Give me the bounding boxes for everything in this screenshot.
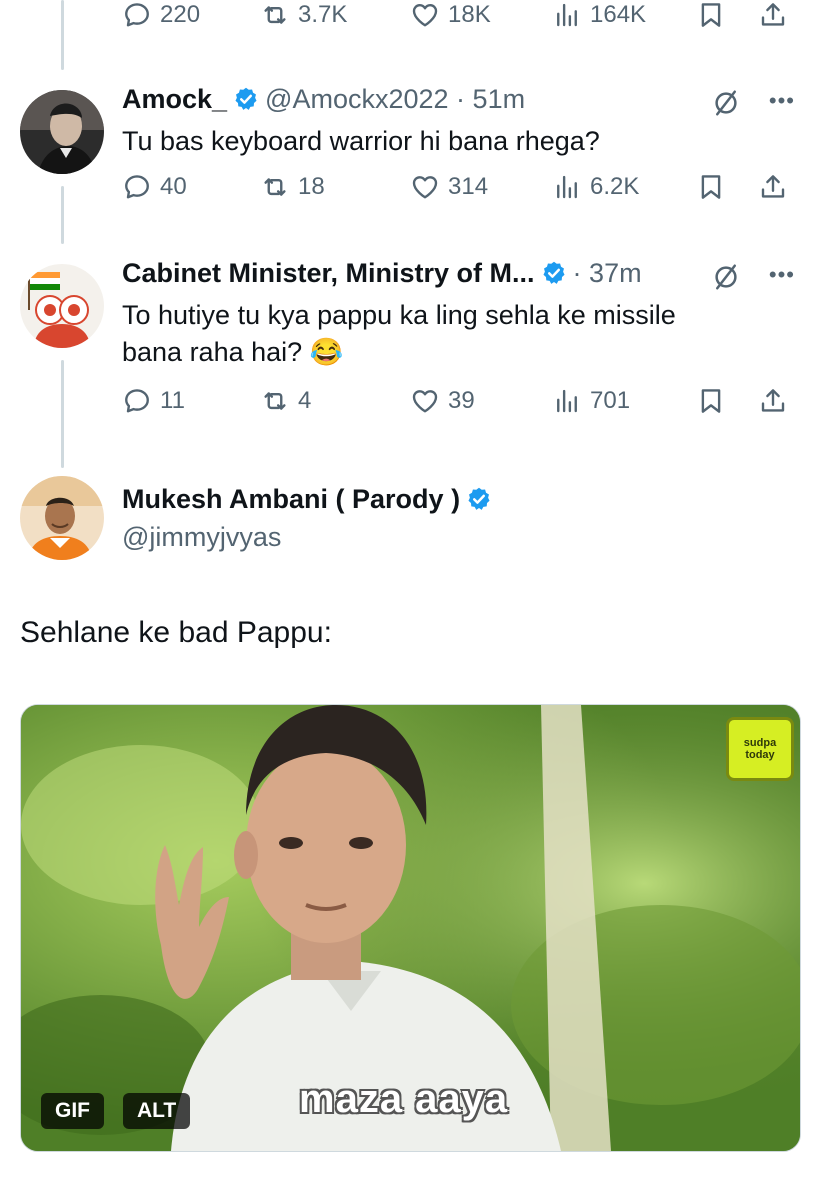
reply-button[interactable]: 40: [122, 172, 187, 202]
thread-line-2: [61, 360, 64, 468]
views-icon: [552, 172, 582, 202]
more-options-button[interactable]: •••: [769, 262, 795, 288]
avatar-cabinet-minister[interactable]: [20, 264, 104, 348]
tweet-text-line-2: bana raha hai? 😂: [122, 337, 344, 367]
repost-button[interactable]: 4: [260, 386, 311, 416]
bookmark-icon: [696, 386, 726, 416]
like-button[interactable]: 314: [410, 172, 488, 202]
reply-icon: [122, 386, 152, 416]
tweet-text-line-1: To hutiye tu kya pappu ka ling sehla ke …: [122, 300, 676, 330]
share-button[interactable]: [758, 172, 788, 202]
tweet-actions-amock: 40 18 314 6.2K: [122, 172, 802, 212]
channel-watermark: sudpa today: [726, 717, 794, 781]
reply-button[interactable]: 220: [122, 0, 200, 30]
heart-icon: [410, 172, 440, 202]
repost-icon: [260, 172, 290, 202]
tweet-actions-top: 220 3.7K 18K 164K: [122, 0, 802, 40]
author-name[interactable]: Amock_: [122, 84, 227, 114]
tweet-header-cabinet: Cabinet Minister, Ministry of M... · 37m: [122, 258, 642, 288]
bookmark-button[interactable]: [696, 172, 726, 202]
author-handle[interactable]: @Amockx2022: [265, 84, 449, 114]
bookmark-button[interactable]: [696, 386, 726, 416]
like-button[interactable]: 39: [410, 386, 475, 416]
bookmark-icon: [696, 0, 726, 30]
verified-badge-icon: [233, 86, 259, 112]
repost-button[interactable]: 18: [260, 172, 325, 202]
grok-slash-icon[interactable]: [711, 88, 741, 118]
views-button[interactable]: 701: [552, 386, 630, 416]
share-icon: [758, 0, 788, 30]
bookmark-button[interactable]: [696, 0, 726, 30]
author-name[interactable]: Mukesh Ambani ( Parody ): [122, 484, 460, 514]
tweet-media-gif[interactable]: sudpa today maza aaya GIF ALT: [20, 704, 801, 1152]
tweet-text: Tu bas keyboard warrior hi bana rhega?: [122, 126, 600, 156]
repost-icon: [260, 0, 290, 30]
reply-button[interactable]: 11: [122, 386, 185, 416]
share-icon: [758, 172, 788, 202]
gif-caption: maza aaya: [299, 1077, 509, 1121]
tweet-time[interactable]: 37m: [589, 258, 642, 288]
alt-text-button[interactable]: ALT: [123, 1093, 191, 1129]
views-button[interactable]: 164K: [552, 0, 646, 30]
avatar-mukesh-ambani-parody[interactable]: [20, 476, 104, 560]
share-button[interactable]: [758, 0, 788, 30]
tweet-header-amock: Amock_ @Amockx2022 · 51m: [122, 84, 526, 114]
tweet-actions-cabinet: 11 4 39 701: [122, 386, 802, 426]
bookmark-icon: [696, 172, 726, 202]
share-button[interactable]: [758, 386, 788, 416]
views-icon: [552, 386, 582, 416]
tweet-time[interactable]: 51m: [473, 84, 526, 114]
author-name[interactable]: Cabinet Minister, Ministry of M...: [122, 258, 535, 288]
gif-badge: GIF: [41, 1093, 104, 1129]
more-options-button[interactable]: •••: [769, 88, 795, 114]
main-tweet-header: Mukesh Ambani ( Parody ): [122, 484, 498, 515]
main-tweet-text: Sehlane ke bad Pappu:: [20, 616, 332, 649]
repost-icon: [260, 386, 290, 416]
share-icon: [758, 386, 788, 416]
reply-icon: [122, 172, 152, 202]
like-button[interactable]: 18K: [410, 0, 491, 30]
heart-icon: [410, 386, 440, 416]
views-icon: [552, 0, 582, 30]
grok-slash-icon[interactable]: [711, 262, 741, 292]
repost-button[interactable]: 3.7K: [260, 0, 347, 30]
views-button[interactable]: 6.2K: [552, 172, 639, 202]
avatar-amock[interactable]: [20, 90, 104, 174]
thread-line-1: [61, 186, 64, 244]
thread-line-top: [61, 0, 64, 70]
author-handle[interactable]: @jimmyjvyas: [122, 522, 281, 553]
heart-icon: [410, 0, 440, 30]
reply-icon: [122, 0, 152, 30]
verified-badge-icon: [466, 486, 492, 512]
verified-badge-icon: [541, 260, 567, 286]
